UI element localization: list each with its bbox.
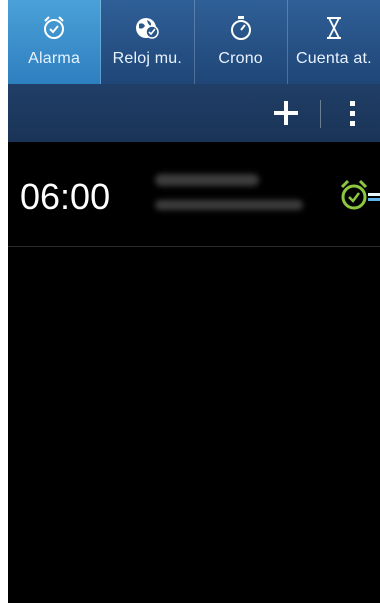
screen-edge	[0, 0, 8, 603]
alarm-time: 06:00	[20, 176, 111, 217]
more-options-button[interactable]	[341, 96, 365, 130]
plus-icon	[269, 96, 303, 130]
action-bar	[8, 84, 380, 142]
more-vertical-icon	[341, 96, 365, 130]
alarm-details-blurred	[151, 170, 303, 216]
world-clock-icon	[133, 14, 161, 42]
action-bar-divider	[320, 100, 321, 128]
tab-cuenta-atras[interactable]: Cuenta at.	[288, 0, 380, 84]
stopwatch-icon	[227, 14, 255, 42]
add-alarm-button[interactable]	[269, 96, 303, 130]
alarm-clock-icon	[40, 14, 68, 42]
tab-label: Cuenta at.	[295, 50, 372, 67]
tab-label: Alarma	[28, 50, 81, 67]
tab-reloj-mundial[interactable]: Reloj mu.	[101, 0, 195, 84]
clock-app: Alarma Reloj mu. Crono Cuenta at. 06:00	[8, 0, 380, 603]
alarm-list-item[interactable]: 06:00	[8, 142, 380, 247]
tab-crono[interactable]: Crono	[195, 0, 288, 84]
tab-bar: Alarma Reloj mu. Crono Cuenta at.	[8, 0, 380, 84]
tab-label: Crono	[218, 50, 263, 67]
alarm-on-icon	[338, 176, 380, 216]
tab-label: Reloj mu.	[112, 50, 183, 67]
hourglass-icon	[320, 14, 348, 42]
alarm-toggle[interactable]	[338, 176, 380, 216]
tab-alarma[interactable]: Alarma	[8, 0, 102, 84]
